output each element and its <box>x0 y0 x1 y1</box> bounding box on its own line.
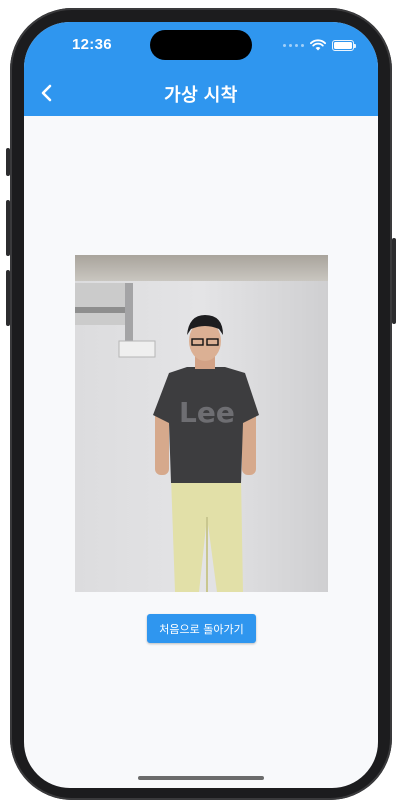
silent-switch <box>6 148 10 176</box>
status-time: 12:36 <box>72 36 112 53</box>
screen: 12:36 가상 시착 Lee 처음으로 돌아가기 <box>24 22 378 788</box>
svg-text:Lee: Lee <box>179 396 235 429</box>
person-photo: Lee <box>75 255 328 592</box>
signal-dots-icon <box>283 43 304 47</box>
status-icons <box>283 38 356 52</box>
app-header: 12:36 가상 시착 <box>24 22 378 116</box>
return-home-button[interactable]: 처음으로 돌아가기 <box>147 614 256 643</box>
fitting-result-image: Lee <box>75 255 328 592</box>
page-title: 가상 시착 <box>164 85 238 105</box>
battery-icon <box>332 39 356 51</box>
dynamic-island <box>150 30 252 60</box>
volume-up-button <box>6 200 10 256</box>
volume-down-button <box>6 270 10 326</box>
home-indicator <box>138 776 264 780</box>
power-button <box>392 238 396 324</box>
wifi-icon <box>310 39 326 51</box>
